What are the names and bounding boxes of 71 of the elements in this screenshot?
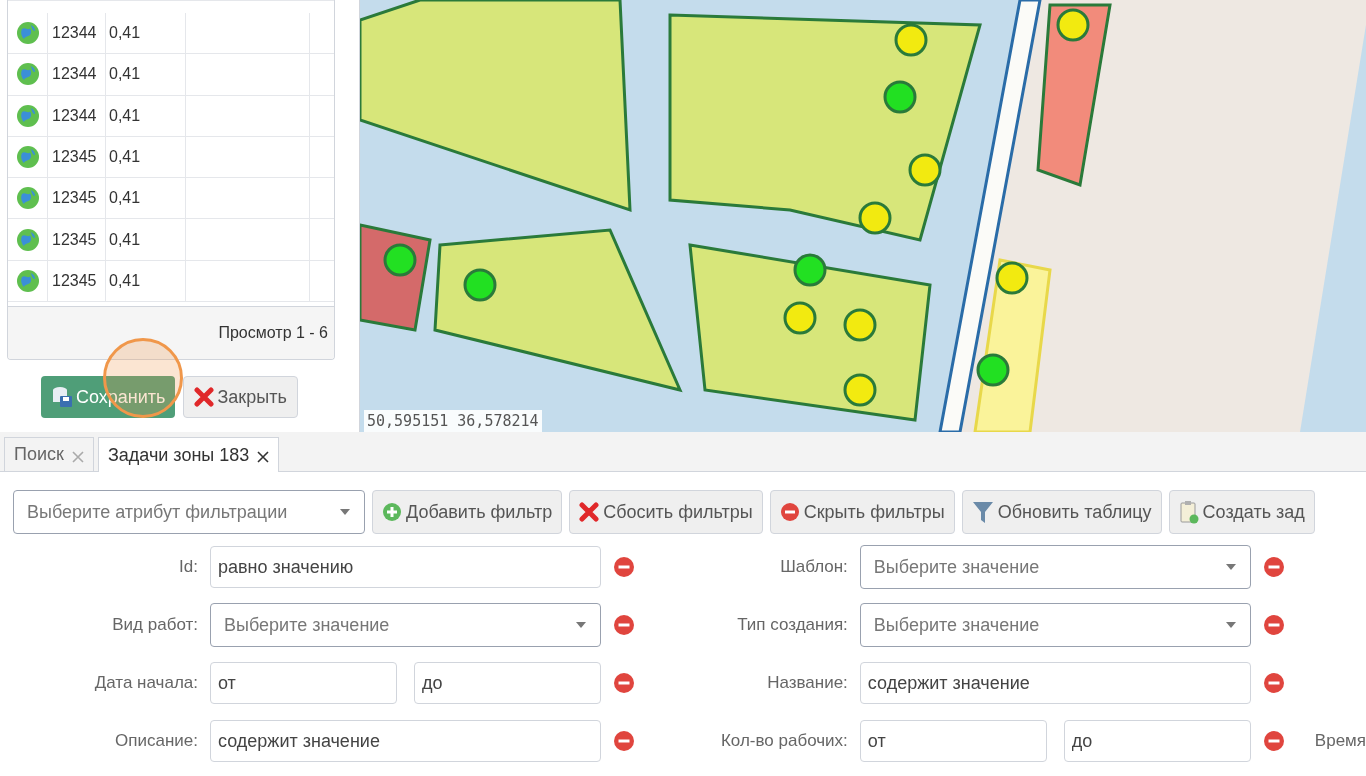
select-field[interactable]: Выберите значение — [859, 603, 1251, 647]
remove-icon[interactable] — [1262, 556, 1285, 578]
table-cell: 12344 — [48, 95, 106, 136]
caret-icon — [1224, 621, 1237, 629]
field-label: Кол-во рабочих: — [719, 730, 848, 753]
table-cell: 0,41 — [106, 54, 186, 95]
filter-icon — [971, 500, 994, 524]
remove-icon[interactable] — [613, 672, 635, 694]
input-field[interactable]: от — [859, 720, 1047, 762]
remove-icon[interactable] — [613, 614, 635, 636]
globe-icon — [15, 227, 40, 252]
field-label: Тип создания: — [736, 614, 848, 637]
remove-icon[interactable] — [1262, 614, 1285, 636]
toolbar-button[interactable]: Сбосить фильтры — [569, 490, 763, 534]
close-icon — [194, 387, 215, 407]
input-field[interactable]: содержит значение — [210, 720, 601, 762]
close-icon[interactable] — [257, 451, 270, 463]
globe-icon — [15, 268, 40, 293]
plus-icon — [382, 502, 402, 522]
input-field[interactable]: содержит значение — [859, 662, 1251, 704]
select-field[interactable]: Выберите значение — [859, 545, 1251, 589]
table-cell: 0,41 — [106, 13, 186, 54]
globe-icon — [15, 103, 40, 128]
toolbar-button[interactable]: Обновить таблицу — [961, 490, 1162, 534]
toolbar-button[interactable]: Добавить фильтр — [372, 490, 563, 534]
close-button[interactable]: Закрыть — [183, 376, 298, 418]
remove-icon[interactable] — [1262, 730, 1285, 752]
tab[interactable]: Задачи зоны 183 — [97, 437, 280, 472]
clipboard-plus-icon — [1178, 500, 1199, 524]
field-label: Id: — [178, 556, 198, 579]
input-field[interactable]: до — [1063, 720, 1251, 762]
field-label: Название: — [766, 672, 848, 695]
database-save-icon — [51, 386, 73, 408]
minus-icon — [779, 502, 800, 522]
table-cell: 12345 — [48, 219, 106, 260]
table-cell: 12344 — [48, 13, 106, 54]
caret-icon — [575, 621, 587, 629]
input-field[interactable]: равно значению — [210, 546, 601, 588]
close-icon — [579, 502, 600, 522]
caret-icon — [1224, 563, 1237, 571]
remove-icon[interactable] — [613, 556, 635, 578]
table-cell: 0,41 — [106, 260, 186, 302]
globe-icon — [15, 62, 40, 87]
table-cell: 12345 — [48, 260, 106, 302]
field-label: Шаблон: — [779, 556, 848, 579]
globe-icon — [15, 21, 40, 46]
remove-icon[interactable] — [613, 730, 635, 752]
table-cell: 12345 — [48, 136, 106, 178]
globe-icon — [15, 145, 40, 170]
toolbar-button[interactable]: Создать зад — [1168, 490, 1315, 534]
table-cell: 0,41 — [106, 219, 186, 260]
globe-icon — [15, 186, 40, 211]
table-cell: 0,41 — [106, 136, 186, 178]
caret-icon — [339, 508, 351, 516]
field-label: Дата начала: — [93, 672, 198, 695]
remove-icon[interactable] — [1262, 672, 1285, 694]
toolbar-button[interactable]: Скрыть фильтры — [769, 490, 955, 534]
field-label: Вид работ: — [111, 614, 198, 637]
attribute-select[interactable]: Выберите атрибут фильтрации — [13, 490, 365, 534]
table-cell: 12344 — [48, 54, 106, 95]
tab[interactable]: Поиск — [4, 437, 94, 471]
pager-text: Просмотр 1 - 6 — [218, 323, 328, 343]
table-cell: 12345 — [48, 178, 106, 219]
field-label: Время — [1314, 730, 1366, 753]
coordinates-text: 50,595151 36,578214 — [364, 409, 542, 432]
select-field[interactable]: Выберите значение — [210, 603, 601, 647]
input-field[interactable]: до — [414, 662, 601, 704]
table-cell: 0,41 — [106, 95, 186, 136]
table-cell: 0,41 — [106, 178, 186, 219]
field-label: Описание: — [114, 730, 198, 753]
input-field[interactable]: от — [210, 662, 397, 704]
